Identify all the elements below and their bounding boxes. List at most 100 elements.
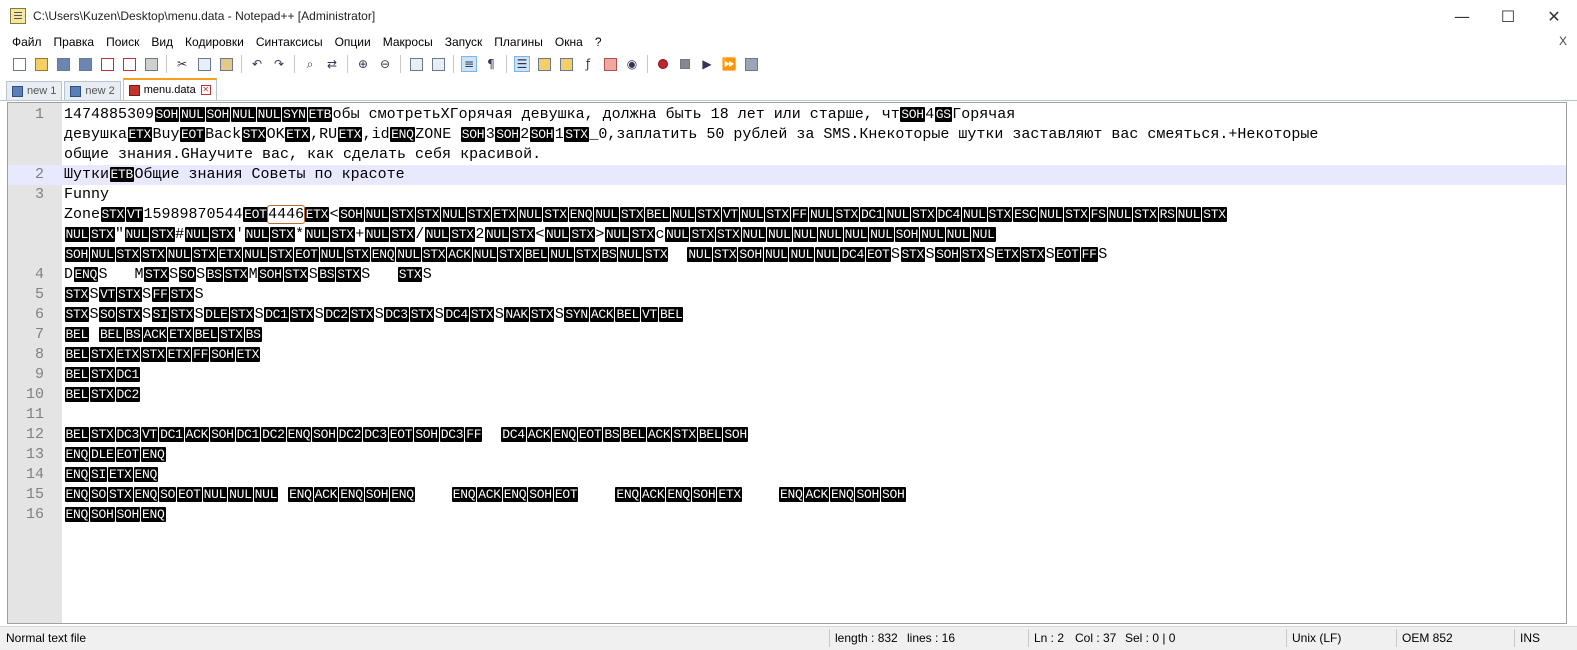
new-file-icon[interactable] bbox=[11, 56, 27, 72]
text-run: S bbox=[314, 306, 324, 323]
word-wrap-icon[interactable]: ≡ bbox=[461, 56, 477, 72]
control-char-badge: STX bbox=[1020, 247, 1046, 262]
menu-settings[interactable]: Опции bbox=[329, 35, 377, 49]
close-button[interactable]: ✕ bbox=[1531, 0, 1577, 32]
paste-icon[interactable] bbox=[218, 56, 234, 72]
editor-line[interactable]: 4 D ENQ S M STX S SO S BS STX M SOH STX S BS STX S STX S bbox=[8, 265, 1566, 285]
editor-line[interactable]: NUL STX " NUL STX # NUL STX ' NUL STX * NUL STX + NUL ST… bbox=[8, 225, 1566, 245]
editor-line[interactable]: 3 Funny bbox=[8, 185, 1566, 205]
control-char-badge: STX bbox=[90, 367, 115, 382]
redo-icon[interactable]: ↷ bbox=[271, 56, 287, 72]
replace-icon[interactable]: ⇄ bbox=[324, 56, 340, 72]
menu-view[interactable]: Вид bbox=[145, 35, 179, 49]
close-all-icon[interactable] bbox=[121, 56, 137, 72]
minimize-button[interactable]: — bbox=[1439, 0, 1485, 32]
control-char-badge: NUL bbox=[962, 207, 987, 222]
document-map-icon[interactable] bbox=[558, 56, 574, 72]
save-all-icon[interactable] bbox=[77, 56, 93, 72]
control-char-badge: DC2 bbox=[261, 427, 286, 442]
text-run: c bbox=[655, 226, 665, 243]
editor-line[interactable]: 11 bbox=[8, 405, 1566, 425]
editor-line[interactable]: Zone STX VT 15989870544 EOT 4446 ETX < SOH NUL STX… bbox=[8, 205, 1566, 225]
toolbar-separator bbox=[166, 55, 167, 73]
editor-line[interactable]: 1 1474885309 SOH NUL SOH NUL NUL SYN ETB обы смот… bbox=[8, 105, 1566, 125]
indent-guide-icon[interactable]: ☰ bbox=[514, 56, 530, 72]
text-editor[interactable]: 1 1474885309 SOH NUL SOH NUL NUL SYN ETB обы смот… bbox=[7, 102, 1567, 624]
editor-line[interactable]: девушка ETX Buy EOT Back STX OK ETX ,RU ETX ,id ENQ… bbox=[8, 125, 1566, 145]
control-char-badge: NUL bbox=[767, 227, 792, 242]
editor-line[interactable]: 6 STX S SO STX S SI STX S DLE STX S DC1 STX S DC2 STX S DC… bbox=[8, 305, 1566, 325]
menu-search[interactable]: Поиск bbox=[100, 35, 145, 49]
editor-line[interactable]: 5 STX S VT STX S FF STX S bbox=[8, 285, 1566, 305]
find-icon[interactable]: ⌕ bbox=[302, 56, 318, 72]
encoding-status: OEM 852 bbox=[1402, 631, 1453, 645]
control-char-badge: SOH bbox=[528, 487, 553, 502]
sync-horizontal-icon[interactable] bbox=[430, 56, 446, 72]
stop-record-icon[interactable] bbox=[677, 56, 693, 72]
function-list-icon[interactable]: ƒ bbox=[580, 56, 596, 72]
menu-macro[interactable]: Макросы bbox=[377, 35, 439, 49]
menu-plugins[interactable]: Плагины bbox=[488, 35, 549, 49]
zoom-out-icon[interactable]: ⊖ bbox=[377, 56, 393, 72]
cut-icon[interactable]: ✂ bbox=[174, 56, 190, 72]
menu-window[interactable]: Окна bbox=[549, 35, 589, 49]
control-char-badge: NUL bbox=[231, 107, 256, 122]
show-all-chars-icon[interactable]: ¶ bbox=[483, 56, 499, 72]
menu-help[interactable]: ? bbox=[589, 35, 608, 49]
menu-language[interactable]: Синтаксисы bbox=[250, 35, 329, 49]
control-char-badge: DC4 bbox=[840, 247, 865, 262]
tab-new-1[interactable]: new 1 bbox=[6, 81, 63, 100]
editor-line[interactable]: 2 Шутки ETB Общие знания Советы по красоте bbox=[8, 165, 1566, 185]
editor-line[interactable]: 16 ENQ SOH SOH ENQ bbox=[8, 505, 1566, 525]
line-number: 5 bbox=[34, 286, 44, 303]
editor-line[interactable]: 13 ENQ DLE EOT ENQ bbox=[8, 445, 1566, 465]
control-char-badge: ENQ bbox=[73, 267, 99, 282]
control-char-badge: STX bbox=[150, 227, 175, 242]
menu-run[interactable]: Запуск bbox=[439, 35, 489, 49]
zoom-in-icon[interactable]: ⊕ bbox=[355, 56, 371, 72]
user-language-icon[interactable] bbox=[536, 56, 552, 72]
menu-file[interactable]: Файл bbox=[0, 35, 48, 49]
editor-line[interactable]: 8 BEL STX ETX STX ETX FF SOH ETX bbox=[8, 345, 1566, 365]
editor-line[interactable]: 9 BEL STX DC1 bbox=[8, 365, 1566, 385]
sync-vertical-icon[interactable] bbox=[408, 56, 424, 72]
tab-close-icon[interactable]: ✕ bbox=[200, 85, 211, 95]
control-char-badge: STX bbox=[289, 307, 315, 322]
editor-line[interactable]: 14 ENQ SI ETX ENQ bbox=[8, 465, 1566, 485]
text-run: S bbox=[361, 266, 398, 283]
tab-menu-data[interactable]: menu.data ✕ bbox=[122, 78, 217, 100]
copy-icon[interactable] bbox=[196, 56, 212, 72]
save-macro-icon[interactable] bbox=[743, 56, 759, 72]
close-file-icon[interactable] bbox=[99, 56, 115, 72]
control-char-badge: ACK bbox=[477, 487, 502, 502]
menu-edit[interactable]: Правка bbox=[48, 35, 101, 49]
editor-line[interactable]: 10 BEL STX DC2 bbox=[8, 385, 1566, 405]
maximize-button[interactable]: ☐ bbox=[1485, 0, 1531, 32]
line-number: 6 bbox=[34, 306, 44, 323]
menu-encoding[interactable]: Кодировки bbox=[179, 35, 250, 49]
print-icon[interactable] bbox=[143, 56, 159, 72]
tab-new-2[interactable]: new 2 bbox=[64, 81, 121, 100]
text-run: S bbox=[422, 266, 432, 283]
editor-line[interactable]: 7 BEL BEL BS ACK ETX BEL STX BS bbox=[8, 325, 1566, 345]
control-char-badge: NUL bbox=[687, 247, 712, 262]
control-char-badge: SOH bbox=[339, 207, 364, 222]
monitoring-icon[interactable]: ◉ bbox=[624, 56, 640, 72]
notepad-icon bbox=[10, 8, 26, 24]
open-file-icon[interactable] bbox=[33, 56, 49, 72]
text-run: Back bbox=[205, 126, 242, 143]
editor-line[interactable]: 12 BEL STX DC3 VT DC1 ACK SOH DC1 DC2 ENQ SOH DC2 DC3… bbox=[8, 425, 1566, 445]
close-document-button[interactable]: X bbox=[1559, 34, 1567, 48]
control-char-badge: NUL bbox=[763, 247, 789, 262]
editor-line[interactable]: SOH NUL STX STX NUL STX ETX NUL STX EOT NUL STX ENQ N… bbox=[8, 245, 1566, 265]
record-macro-icon[interactable] bbox=[655, 56, 671, 72]
folder-workspace-icon[interactable] bbox=[602, 56, 618, 72]
play-macro-icon[interactable]: ▶ bbox=[699, 56, 715, 72]
editor-line[interactable]: общие знания.GНаучите вас, как сделать с… bbox=[8, 145, 1566, 165]
undo-icon[interactable]: ↶ bbox=[249, 56, 265, 72]
save-icon[interactable] bbox=[55, 56, 71, 72]
run-macro-multiple-icon[interactable]: ⏩ bbox=[721, 56, 737, 72]
control-char-badge: STX bbox=[510, 227, 535, 242]
text-run: 1474885309 bbox=[64, 106, 155, 123]
editor-line[interactable]: 15 ENQ SO STX ENQ SO EOT NUL NUL NUL ENQ ACK ENQ SOH… bbox=[8, 485, 1566, 505]
